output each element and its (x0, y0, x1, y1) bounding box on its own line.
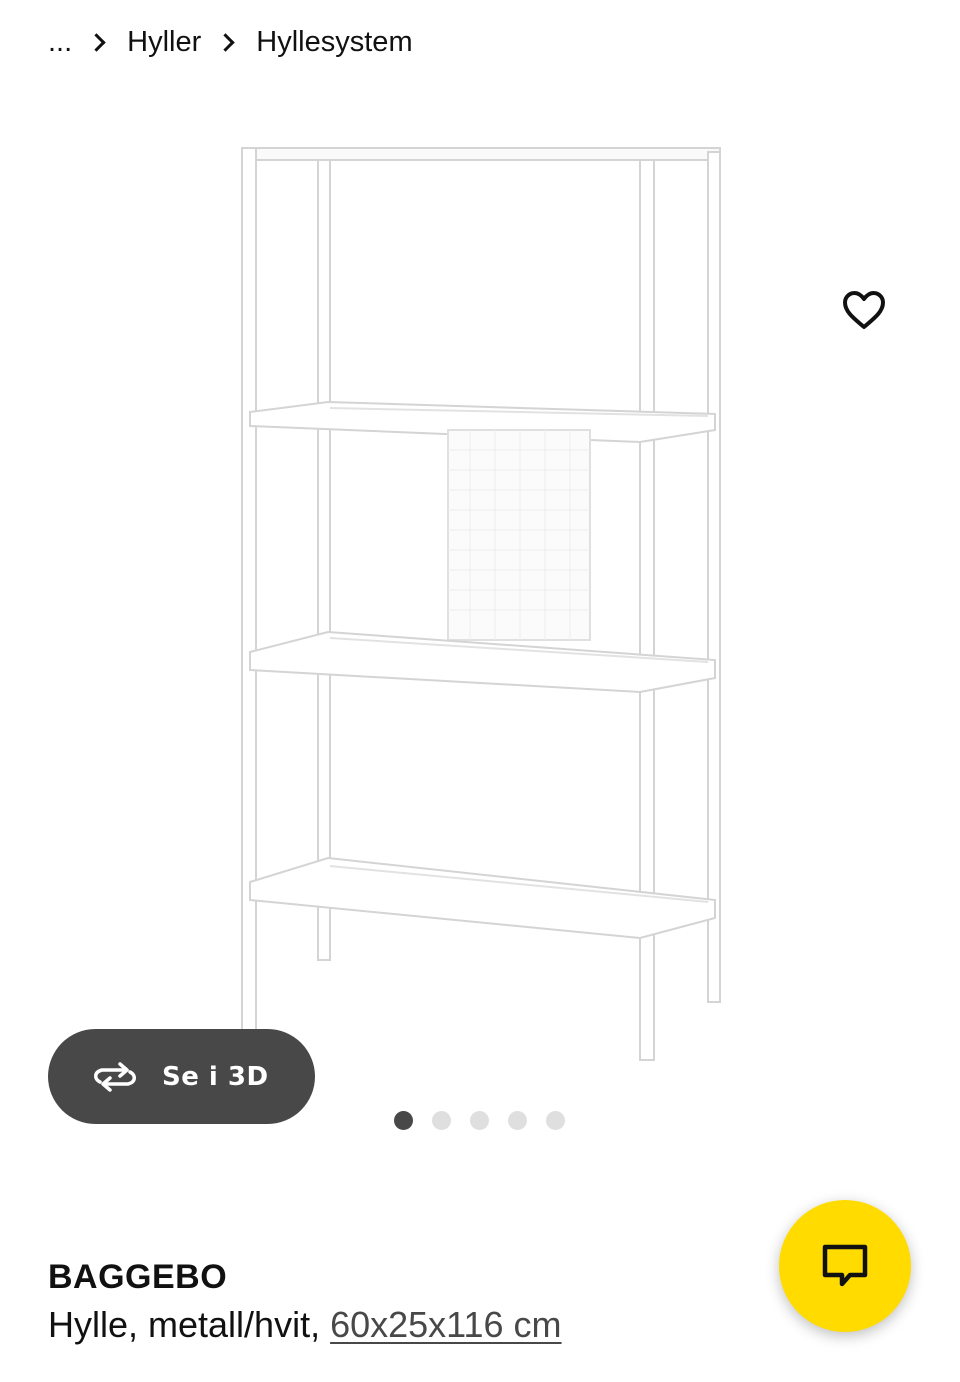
chevron-right-icon (87, 32, 106, 52)
breadcrumb-item-hyllesystem[interactable]: Hyllesystem (256, 26, 412, 59)
rotate-3d-icon (94, 1061, 136, 1092)
product-type: Hylle, metall/hvit, (48, 1304, 331, 1345)
product-size-link[interactable]: 60x25x116 cm (330, 1304, 561, 1345)
carousel-dot[interactable] (432, 1110, 451, 1130)
breadcrumb-item-hyller[interactable]: Hyller (127, 26, 201, 59)
product-name: BAGGEBO (48, 1258, 228, 1296)
carousel-dot[interactable] (470, 1110, 489, 1130)
carousel-pagination (394, 1110, 584, 1130)
view-in-3d-button[interactable]: Se i 3D (48, 1029, 315, 1124)
view-in-3d-label: Se i 3D (162, 1061, 269, 1092)
product-image (241, 147, 721, 1061)
product-description: Hylle, metall/hvit, 60x25x116 cm (48, 1304, 562, 1346)
chevron-right-icon (216, 32, 235, 52)
heart-icon (843, 291, 885, 329)
favorite-button[interactable] (832, 278, 896, 342)
breadcrumb: ... Hyller Hyllesystem (48, 22, 413, 62)
product-image-gallery[interactable]: Se i 3D (0, 90, 960, 1124)
carousel-dot[interactable] (508, 1110, 527, 1130)
chat-icon (822, 1244, 868, 1287)
chat-button[interactable] (779, 1200, 911, 1332)
carousel-dot[interactable] (394, 1110, 413, 1130)
breadcrumb-ellipsis[interactable]: ... (48, 26, 72, 59)
carousel-dot[interactable] (546, 1110, 565, 1130)
